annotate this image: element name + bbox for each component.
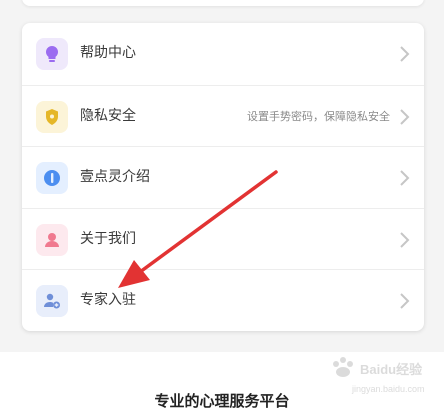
svg-text:jingyan.baidu.com: jingyan.baidu.com bbox=[351, 384, 425, 394]
menu-item-label: 关于我们 bbox=[80, 230, 136, 247]
menu-item-label: 帮助中心 bbox=[80, 45, 136, 61]
menu-item-hint: 设置手势密码，保障隐私安全 bbox=[247, 109, 390, 123]
lightbulb-icon bbox=[36, 38, 68, 70]
chevron-right-icon bbox=[400, 46, 410, 62]
menu-item-about-us[interactable]: 关于我们 bbox=[22, 207, 424, 270]
chevron-right-icon bbox=[400, 232, 410, 248]
menu-item-help-center[interactable]: 帮助中心 bbox=[22, 23, 424, 85]
chevron-right-icon bbox=[400, 170, 410, 186]
previous-card bbox=[22, 0, 424, 6]
menu-item-label: 隐私安全 bbox=[80, 107, 136, 124]
chevron-right-icon bbox=[400, 108, 410, 125]
menu-item-label: 壹点灵介绍 bbox=[80, 169, 150, 186]
menu-item-expert-join[interactable]: 专家入驻 bbox=[22, 269, 424, 331]
chevron-right-icon bbox=[400, 293, 410, 310]
shield-icon bbox=[36, 100, 68, 133]
info-icon bbox=[36, 162, 68, 195]
baidu-watermark: Baidu经验 jingyan.baidu.com bbox=[326, 350, 436, 400]
menu-item-privacy-security[interactable]: 隐私安全 设置手势密码，保障隐私安全 bbox=[22, 84, 424, 147]
user-add-icon bbox=[36, 285, 68, 318]
menu-item-label: 专家入驻 bbox=[80, 292, 136, 309]
menu-item-introduction[interactable]: 壹点灵介绍 bbox=[22, 146, 424, 208]
svg-text:Baidu经验: Baidu经验 bbox=[360, 362, 423, 377]
settings-menu-card: 帮助中心 隐私安全 设置手势密码，保障隐私安全 壹点灵介绍 关于我们 专家入驻 bbox=[22, 23, 424, 331]
person-icon bbox=[36, 223, 68, 256]
